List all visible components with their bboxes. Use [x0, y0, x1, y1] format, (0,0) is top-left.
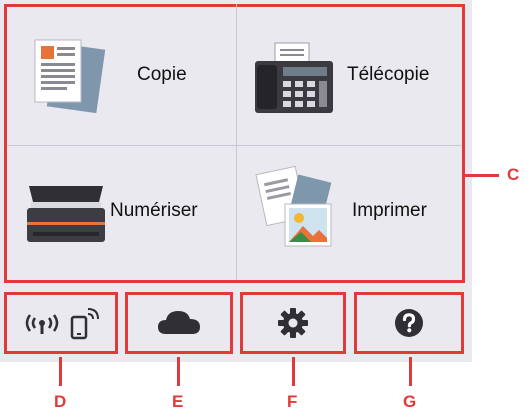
document-copy-icon [34, 39, 106, 114]
fax-label: Télécopie [347, 64, 430, 85]
print-label: Imprimer [352, 200, 427, 221]
callout-e-leader [177, 357, 180, 386]
photo-print-icon [255, 166, 332, 247]
help-icon [395, 309, 423, 337]
wireless-direct-button[interactable] [4, 292, 118, 354]
callout-e-label: E [172, 392, 184, 411]
cloud-button[interactable] [125, 292, 233, 354]
gear-icon [278, 308, 308, 338]
fax-tile[interactable]: Télécopie [237, 7, 462, 145]
callout-g-leader [409, 357, 412, 386]
print-tile[interactable]: Imprimer [237, 146, 462, 280]
callout-g-label: G [403, 392, 417, 411]
settings-button[interactable] [240, 292, 346, 354]
callout-d-leader [59, 357, 62, 386]
scan-tile[interactable]: Numériser [7, 146, 236, 280]
callout-d-label: D [54, 392, 67, 411]
help-button[interactable] [354, 292, 464, 354]
printer-home-screen: Copie Télécopie Numériser Imprimer [0, 0, 472, 362]
scanner-icon [27, 186, 105, 242]
callout-c-leader [465, 174, 499, 177]
copy-tile[interactable]: Copie [7, 7, 236, 145]
fax-machine-icon [255, 42, 333, 113]
cloud-icon [158, 311, 200, 334]
wireless-direct-icon [25, 308, 99, 340]
callout-f-leader [292, 357, 295, 386]
callout-f-label: F [287, 392, 298, 411]
scan-label: Numériser [110, 200, 198, 221]
callout-c-label: C [507, 165, 520, 184]
copy-label: Copie [137, 64, 187, 85]
